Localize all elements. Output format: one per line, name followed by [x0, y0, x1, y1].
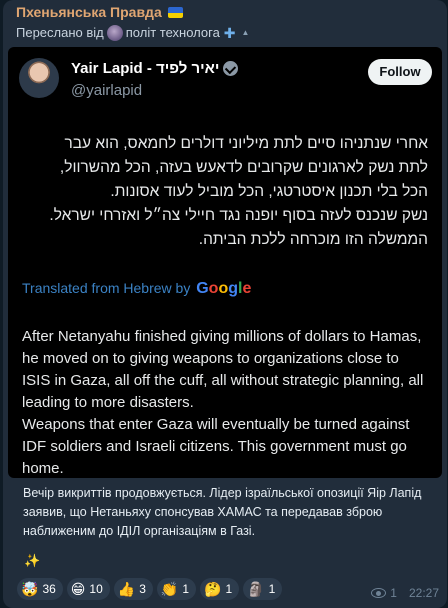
reaction-grin[interactable]: 😁 10 [66, 578, 110, 600]
tweet-author-name-text: Yair Lapid - יאיר לפיד [71, 60, 220, 77]
hebrew-line: הממשלה הזו מוכרחה ללכת הביתה. [198, 231, 428, 248]
follow-button[interactable]: Follow [368, 59, 432, 85]
plus-icon: ✚ [223, 25, 236, 41]
thinking-face-icon: 🤔 [204, 581, 222, 597]
reaction-count: 1 [225, 582, 233, 596]
translation-attribution[interactable]: Translated from Hebrew by Google [22, 279, 251, 298]
hebrew-line: אחרי שנתניהו סיים לתת מיליוני דולרים לחמ… [64, 135, 428, 152]
tweet-embed[interactable]: Yair Lapid - יאיר לפיד @yairlapid Follow… [8, 47, 442, 478]
tweet-english-text: After Netanyahu finished giving millions… [22, 326, 428, 478]
reaction-count: 10 [89, 582, 103, 596]
thumbs-up-icon: 👍 [117, 581, 136, 597]
reaction-count: 3 [139, 582, 146, 596]
clap-icon: 👏 [160, 581, 179, 597]
reaction-count: 36 [42, 582, 56, 596]
message-caption: Вечір викриттів продовжується. Лідер ізр… [23, 486, 422, 538]
reaction-thumbs-up[interactable]: 👍 3 [113, 578, 153, 600]
moai-icon: 🗿 [247, 581, 265, 597]
tweet-author-handle[interactable]: @yairlapid [71, 82, 142, 99]
channel-name[interactable]: Пхеньянська Правда [16, 3, 183, 21]
reactions-bar: 🤯 36 😁 10 👍 3 👏 1 🤔 1 🗿 1 [17, 578, 283, 600]
caret-up-icon: ▲ [241, 28, 250, 37]
forwarded-prefix: Переслано від [16, 25, 104, 40]
tweet-author-avatar[interactable] [19, 58, 59, 98]
reaction-exploding-head[interactable]: 🤯 36 [17, 578, 63, 600]
hebrew-line: לתת נשק לארגונים שקרובים לדאעש בעזה, הכל… [59, 159, 428, 176]
english-paragraph: Weapons that enter Gaza will eventually … [22, 416, 410, 477]
forward-source-avatar [106, 25, 123, 41]
reaction-thinking[interactable]: 🤔 1 [200, 578, 240, 600]
message-time: 22:27 [408, 586, 439, 600]
tweet-hebrew-text: אחרי שנתניהו סיים לתת מיליוני דולרים לחמ… [18, 132, 428, 252]
grin-icon: 😁 [70, 581, 86, 597]
reaction-count: 1 [268, 582, 276, 596]
english-paragraph: After Netanyahu finished giving millions… [22, 328, 424, 411]
forwarded-from[interactable]: Переслано від політ технолога ✚ ▲ [16, 24, 249, 42]
hebrew-line: הכל בלי תכנון איסטרטגי, הכל מוביל לעוד א… [110, 183, 428, 200]
channel-name-text: Пхеньянська Правда [16, 4, 162, 20]
view-count: 1 [390, 586, 397, 600]
views-eye-icon [371, 588, 387, 598]
message-bubble: Пхеньянська Правда Переслано від політ т… [3, 0, 447, 608]
translated-label: Translated from Hebrew by [22, 280, 191, 296]
verified-badge-icon [223, 61, 239, 76]
hebrew-line: נשק שנכנס לעזה בסוף יופנה נגד חיילי צה״ל… [49, 207, 428, 224]
forward-source-name: політ технолога [125, 25, 220, 40]
google-logo: Google [196, 280, 252, 297]
reaction-moai[interactable]: 🗿 1 [243, 578, 283, 600]
message-meta: 1 22:27 [371, 586, 439, 600]
reaction-clap[interactable]: 👏 1 [156, 578, 197, 600]
tweet-author-name[interactable]: Yair Lapid - יאיר לפיד [71, 60, 239, 77]
ukraine-flag-icon [167, 7, 183, 18]
exploding-head-icon: 🤯 [21, 581, 39, 597]
sparkles-icon: ✨ [24, 553, 41, 568]
reaction-count: 1 [182, 582, 190, 596]
